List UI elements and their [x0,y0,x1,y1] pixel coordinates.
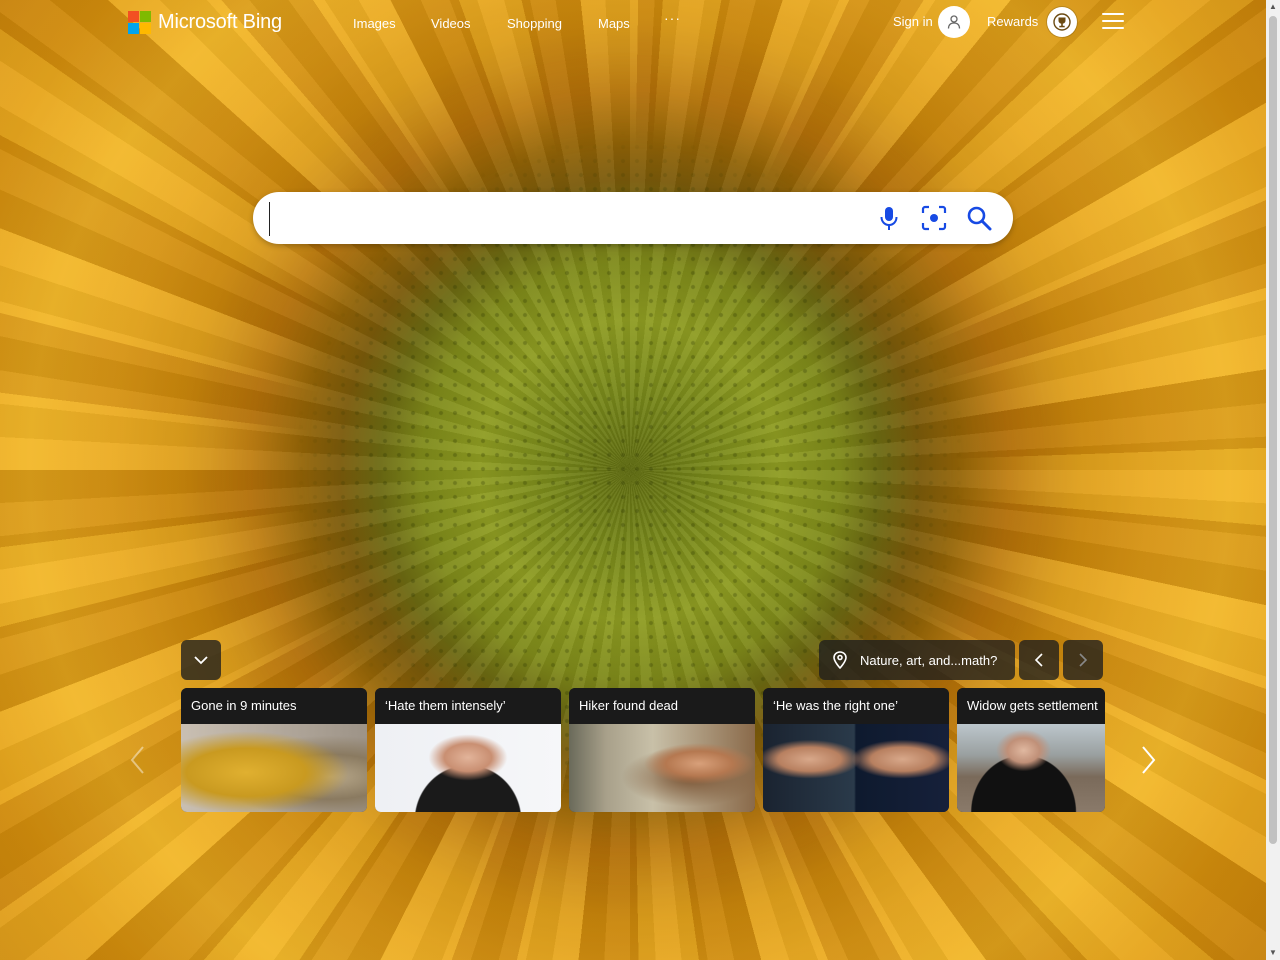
search-icon[interactable] [965,204,993,232]
news-card-title: ‘Hate them intensely’ [375,688,561,724]
nav-images[interactable]: Images [353,16,396,31]
image-of-the-day-info[interactable]: Nature, art, and...math? [819,640,1015,680]
nav-maps[interactable]: Maps [598,16,630,31]
search-box [253,192,1013,244]
carousel-next-button[interactable] [1137,742,1161,778]
bing-logo[interactable]: Microsoft Bing [128,10,282,34]
microsoft-logo-icon [128,10,151,34]
news-card-image [763,724,949,812]
vertical-scrollbar[interactable]: ▲ ▼ [1266,0,1280,960]
previous-image-button[interactable] [1019,640,1059,680]
nav-shopping[interactable]: Shopping [507,16,562,31]
scrollbar-thumb[interactable] [1269,16,1277,844]
chevron-left-icon [130,746,144,774]
chevron-left-icon [1034,653,1043,667]
news-card[interactable]: Widow gets settlement [957,688,1105,812]
rewards-link[interactable]: Rewards [987,14,1038,29]
news-card-title: Widow gets settlement [957,688,1105,724]
news-card-title: ‘He was the right one’ [763,688,949,724]
hamburger-menu-icon[interactable] [1102,13,1124,31]
scroll-up-arrow-icon[interactable]: ▲ [1266,0,1280,14]
news-card[interactable]: Hiker found dead [569,688,755,812]
trophy-icon[interactable] [1047,7,1077,37]
news-card-image [181,724,367,812]
next-image-button[interactable] [1063,640,1103,680]
news-card-image [957,724,1105,812]
news-card-title: Hiker found dead [569,688,755,724]
user-icon[interactable] [938,6,970,38]
search-input[interactable] [269,202,854,236]
chevron-right-icon [1142,746,1156,774]
background-petals [0,0,1266,960]
nav-videos[interactable]: Videos [431,16,471,31]
news-card-title: Gone in 9 minutes [181,688,367,724]
brand-name: Microsoft Bing [158,10,282,33]
news-card[interactable]: ‘Hate them intensely’ [375,688,561,812]
news-card[interactable]: ‘He was the right one’ [763,688,949,812]
page-root: Microsoft Bing Images Videos Shopping Ma… [0,0,1280,960]
news-card-image [375,724,561,812]
image-caption: Nature, art, and...math? [860,652,998,668]
carousel-previous-button[interactable] [125,742,149,778]
news-card[interactable]: Gone in 9 minutes [181,688,367,812]
scroll-down-arrow-icon[interactable]: ▼ [1266,946,1280,960]
sign-in-link[interactable]: Sign in [893,14,933,29]
news-card-image [569,724,755,812]
collapse-feed-button[interactable] [181,640,221,680]
nav-more-button[interactable]: ··· [664,10,681,26]
microphone-icon[interactable] [875,204,903,232]
chevron-down-icon [194,656,208,665]
location-pin-icon [833,651,847,669]
chevron-right-icon [1079,653,1088,667]
visual-search-icon[interactable] [920,204,948,232]
